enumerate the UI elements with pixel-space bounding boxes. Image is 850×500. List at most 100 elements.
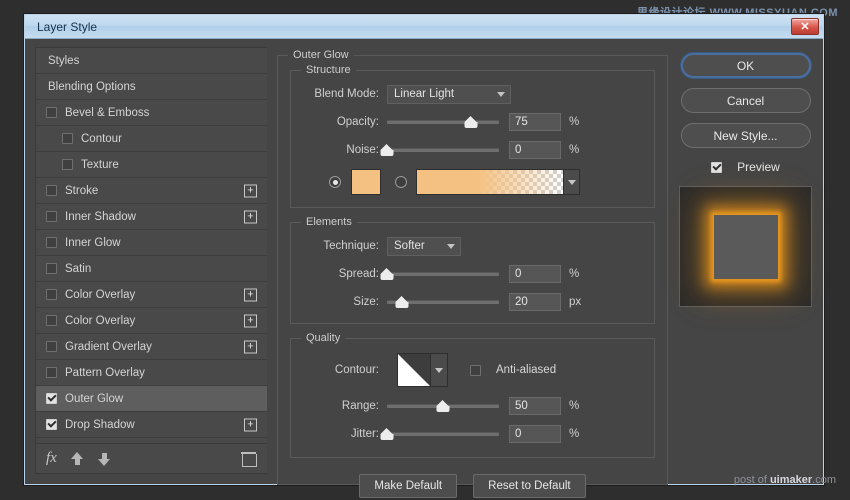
contour-thumbnail[interactable] — [397, 353, 431, 387]
jitter-row: Jitter: 0 % — [301, 423, 644, 445]
style-enabled-checkbox[interactable] — [46, 367, 57, 378]
add-effect-icon[interactable] — [244, 210, 257, 223]
structure-group: Structure Blend Mode: Linear Light Opaci… — [290, 64, 655, 208]
add-effect-icon[interactable] — [244, 288, 257, 301]
size-slider[interactable] — [387, 293, 499, 311]
technique-select[interactable]: Softer — [387, 236, 461, 256]
make-default-button[interactable]: Make Default — [359, 474, 458, 498]
solid-color-radio[interactable] — [329, 176, 341, 188]
range-unit: % — [569, 400, 580, 412]
style-enabled-checkbox[interactable] — [62, 133, 73, 144]
trash-icon[interactable] — [241, 451, 257, 467]
preview-checkbox[interactable] — [711, 161, 723, 173]
slider-thumb[interactable] — [395, 296, 409, 308]
styles-list-item[interactable]: Gradient Overlay — [36, 334, 267, 360]
styles-list[interactable]: Styles Blending Options Bevel & Emboss Cont… — [35, 47, 267, 444]
spread-unit: % — [569, 268, 580, 280]
layer-style-dialog: Layer Style ✕ Styles Blending Options Beve… — [24, 14, 824, 498]
preview-toggle-row[interactable]: Preview — [711, 160, 780, 174]
chevron-down-icon — [497, 92, 505, 97]
slider-thumb[interactable] — [380, 428, 394, 440]
styles-list-item[interactable]: Inner Glow — [36, 230, 267, 256]
chevron-down-icon[interactable] — [563, 169, 580, 195]
range-slider[interactable] — [387, 397, 499, 415]
spread-slider[interactable] — [380, 265, 499, 283]
blend-mode-select[interactable]: Linear Light — [387, 84, 511, 104]
styles-list-item[interactable]: Outer Glow — [36, 386, 267, 412]
slider-track — [387, 432, 499, 436]
noise-slider[interactable] — [380, 141, 499, 159]
style-enabled-checkbox[interactable] — [46, 393, 57, 404]
new-style-button[interactable]: New Style... — [680, 123, 811, 148]
add-effect-icon[interactable] — [244, 340, 257, 353]
style-enabled-checkbox[interactable] — [46, 315, 57, 326]
style-enabled-checkbox[interactable] — [46, 107, 57, 118]
reset-to-default-button[interactable]: Reset to Default — [473, 474, 586, 498]
default-buttons-row: Make Default Reset to Default — [290, 474, 655, 498]
slider-thumb[interactable] — [464, 116, 478, 128]
styles-list-item[interactable]: Pattern Overlay — [36, 360, 267, 386]
styles-list-item[interactable]: Bevel & Emboss — [36, 100, 267, 126]
range-row: Range: 50 % — [301, 395, 644, 417]
styles-list-item[interactable]: Texture — [36, 152, 267, 178]
size-row: Size: 20 px — [301, 291, 644, 313]
styles-list-item[interactable]: Contour — [36, 126, 267, 152]
add-effect-icon[interactable] — [244, 314, 257, 327]
noise-input[interactable]: 0 — [509, 141, 561, 159]
styles-list-item[interactable]: Inner Shadow — [36, 204, 267, 230]
chevron-down-icon[interactable] — [431, 353, 448, 387]
style-enabled-checkbox[interactable] — [46, 237, 57, 248]
opacity-label: Opacity: — [336, 116, 379, 128]
styles-list-item[interactable]: Satin — [36, 256, 267, 282]
chevron-down-icon — [447, 244, 455, 249]
styles-list-item-label: Inner Shadow — [65, 210, 136, 223]
ok-button[interactable]: OK — [680, 53, 811, 78]
style-enabled-checkbox[interactable] — [46, 211, 57, 222]
cancel-button[interactable]: Cancel — [680, 88, 811, 113]
add-effect-icon[interactable] — [244, 184, 257, 197]
opacity-input[interactable]: 75 — [509, 113, 561, 131]
slider-thumb[interactable] — [436, 400, 450, 412]
styles-list-item-label: Color Overlay — [65, 314, 136, 327]
glow-gradient-preview[interactable] — [416, 169, 580, 195]
gradient-radio[interactable] — [395, 176, 407, 188]
opacity-slider[interactable] — [387, 113, 499, 131]
style-enabled-checkbox[interactable] — [46, 341, 57, 352]
noise-label: Noise: — [346, 144, 379, 156]
style-enabled-checkbox[interactable] — [46, 419, 57, 430]
size-input[interactable]: 20 — [509, 293, 561, 311]
arrow-up-icon[interactable] — [70, 451, 84, 466]
blend-mode-label: Blend Mode: — [314, 88, 379, 100]
style-enabled-checkbox[interactable] — [62, 159, 73, 170]
spread-input[interactable]: 0 — [509, 265, 561, 283]
spread-row: Spread: 0 % — [301, 263, 644, 285]
fx-icon[interactable]: fx — [46, 450, 57, 467]
styles-list-item[interactable]: Color Overlay — [36, 308, 267, 334]
styles-list-item[interactable]: Blending Options — [36, 74, 267, 100]
styles-list-item-label: Bevel & Emboss — [65, 106, 150, 119]
glow-color-swatch[interactable] — [351, 169, 381, 195]
anti-aliased-label: Anti-aliased — [496, 364, 557, 376]
close-icon[interactable]: ✕ — [791, 18, 819, 35]
range-input[interactable]: 50 — [509, 397, 561, 415]
jitter-slider[interactable] — [380, 425, 499, 443]
anti-aliased-row[interactable]: Anti-aliased — [470, 364, 556, 376]
jitter-input[interactable]: 0 — [509, 425, 561, 443]
style-enabled-checkbox[interactable] — [46, 185, 57, 196]
slider-thumb[interactable] — [380, 144, 394, 156]
add-effect-icon[interactable] — [244, 418, 257, 431]
opacity-row: Opacity: 75 % — [301, 111, 644, 133]
outer-glow-title: Outer Glow — [288, 49, 354, 61]
styles-list-item-label: Gradient Overlay — [65, 340, 152, 353]
style-enabled-checkbox[interactable] — [46, 263, 57, 274]
styles-list-item[interactable]: Styles — [36, 48, 267, 74]
styles-list-item[interactable]: Stroke — [36, 178, 267, 204]
styles-list-item[interactable]: Drop Shadow — [36, 412, 267, 438]
style-enabled-checkbox[interactable] — [46, 289, 57, 300]
preview-thumbnail — [679, 186, 812, 307]
styles-list-item[interactable]: Color Overlay — [36, 282, 267, 308]
arrow-down-icon[interactable] — [97, 452, 111, 466]
contour-picker[interactable] — [387, 353, 448, 387]
anti-aliased-checkbox[interactable] — [470, 364, 481, 376]
slider-thumb[interactable] — [380, 268, 394, 280]
